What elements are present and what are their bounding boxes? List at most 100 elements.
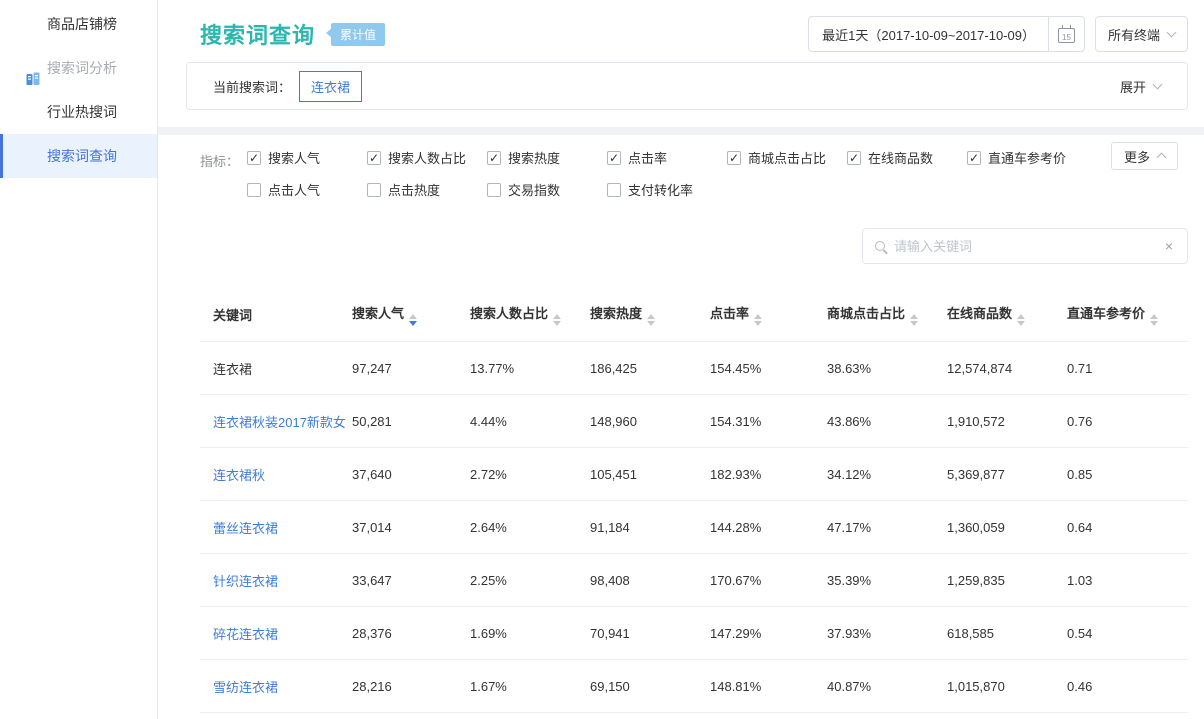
- value-cell: 35.39%: [827, 554, 947, 607]
- value-cell: 154.31%: [710, 395, 827, 448]
- value-cell: 97,247: [352, 342, 470, 395]
- column-header-6[interactable]: 在线商品数: [947, 288, 1067, 342]
- keyword-search-input[interactable]: [894, 239, 1163, 254]
- value-cell: 618,585: [947, 607, 1067, 660]
- checkbox-checked-icon[interactable]: [487, 151, 501, 165]
- date-range-picker[interactable]: 最近1天（2017-10-09~2017-10-09） 15: [808, 16, 1085, 52]
- column-header-2[interactable]: 搜索人数占比: [470, 288, 590, 342]
- keyword-cell: 连衣裙秋: [200, 448, 352, 501]
- main-content: 搜索词查询 累计值 最近1天（2017-10-09~2017-10-09） 15…: [158, 0, 1204, 719]
- checkbox-unchecked-icon[interactable]: [607, 183, 621, 197]
- sort-icon[interactable]: [1150, 314, 1158, 326]
- indicator-checkbox-item[interactable]: 交易指数: [487, 180, 607, 199]
- sidebar-item-0[interactable]: 商品店铺榜: [0, 2, 157, 46]
- value-cell: 12,574,874: [947, 342, 1067, 395]
- indicator-label: 搜索人数占比: [388, 148, 466, 167]
- indicator-checkbox-item[interactable]: 点击热度: [367, 180, 487, 199]
- sort-icon[interactable]: [553, 314, 561, 326]
- value-cell: 1,259,835: [947, 554, 1067, 607]
- keyword-cell: 碎花连衣裙: [200, 607, 352, 660]
- column-header-label: 直通车参考价: [1067, 306, 1145, 321]
- checkbox-checked-icon[interactable]: [367, 151, 381, 165]
- keyword-link[interactable]: 碎花连衣裙: [213, 627, 278, 642]
- indicators-label: 指标：: [200, 151, 239, 199]
- checkbox-checked-icon[interactable]: [847, 151, 861, 165]
- value-cell: 47.17%: [827, 501, 947, 554]
- sidebar-item-1[interactable]: 搜索词分析: [0, 46, 157, 90]
- table-row: 连衣裙97,24713.77%186,425154.45%38.63%12,57…: [200, 342, 1188, 395]
- checkbox-unchecked-icon[interactable]: [247, 183, 261, 197]
- sidebar-item-3[interactable]: 搜索词查询: [0, 134, 157, 178]
- value-cell: 2.25%: [470, 554, 590, 607]
- sort-icon[interactable]: [647, 314, 655, 326]
- keyword-link[interactable]: 连衣裙秋装2017新款女: [213, 415, 346, 430]
- calendar-button[interactable]: 15: [1048, 17, 1084, 51]
- sort-icon[interactable]: [409, 314, 417, 326]
- sort-icon[interactable]: [910, 314, 918, 326]
- keyword-link[interactable]: 蕾丝连衣裙: [213, 521, 278, 536]
- indicator-checkbox-item[interactable]: 搜索人气: [247, 148, 367, 167]
- date-range-label[interactable]: 最近1天（2017-10-09~2017-10-09）: [809, 17, 1048, 51]
- checkbox-checked-icon[interactable]: [247, 151, 261, 165]
- indicator-checkbox-item[interactable]: 点击人气: [247, 180, 367, 199]
- current-search-term-panel: 当前搜索词： 连衣裙 展开: [186, 62, 1188, 110]
- value-cell: 37.93%: [827, 607, 947, 660]
- column-header-3[interactable]: 搜索热度: [590, 288, 710, 342]
- terminal-filter-select[interactable]: 所有终端: [1095, 16, 1188, 52]
- indicator-checkbox-item[interactable]: 商城点击占比: [727, 148, 847, 167]
- sidebar: 商品店铺榜搜索词分析行业热搜词搜索词查询: [0, 0, 158, 719]
- value-cell: 0.76: [1067, 395, 1188, 448]
- checkbox-checked-icon[interactable]: [967, 151, 981, 165]
- value-cell: 40.87%: [827, 660, 947, 713]
- clear-icon[interactable]: ×: [1163, 238, 1175, 254]
- indicator-checkbox-item[interactable]: 在线商品数: [847, 148, 967, 167]
- sidebar-item-label: 搜索词查询: [47, 148, 117, 164]
- column-header-0: 关键词: [200, 288, 352, 342]
- checkbox-checked-icon[interactable]: [607, 151, 621, 165]
- indicator-checkbox-grid: 搜索人气 搜索人数占比 搜索热度点击率商城点击占比 在线商品数 直通车参考价点击人气点击…: [247, 148, 1087, 199]
- chevron-up-icon: [1157, 152, 1167, 162]
- keyword-cell: 雪纺连衣裙: [200, 660, 352, 713]
- table-header-row: 关键词 搜索人气搜索人数占比 搜索热度点击率商城点击占比在线商品数直通车参考价: [200, 288, 1188, 342]
- indicator-label: 在线商品数: [868, 148, 933, 167]
- analysis-icon: [25, 60, 41, 76]
- indicator-checkbox-item[interactable]: 点击率: [607, 148, 727, 167]
- column-header-label: 关键词: [213, 308, 252, 323]
- value-cell: 98,408: [590, 554, 710, 607]
- value-cell: 0.71: [1067, 342, 1188, 395]
- value-cell: 4.44%: [470, 395, 590, 448]
- column-header-label: 搜索人数占比: [470, 306, 548, 321]
- value-cell: 1.03: [1067, 554, 1188, 607]
- value-cell: 34.12%: [827, 448, 947, 501]
- keyword-link[interactable]: 连衣裙秋: [213, 468, 265, 483]
- keyword-search-box[interactable]: ×: [862, 228, 1188, 264]
- table-row: 连衣裙秋装2017新款女50,2814.44%148,960154.31%43.…: [200, 395, 1188, 448]
- keyword-link[interactable]: 针织连衣裙: [213, 574, 278, 589]
- more-button[interactable]: 更多: [1111, 142, 1178, 170]
- checkbox-checked-icon[interactable]: [727, 151, 741, 165]
- value-cell: 1.67%: [470, 660, 590, 713]
- value-cell: 0.54: [1067, 607, 1188, 660]
- more-button-label: 更多: [1124, 147, 1150, 166]
- sort-icon[interactable]: [1017, 314, 1025, 326]
- column-header-1[interactable]: 搜索人气: [352, 288, 470, 342]
- value-cell: 43.86%: [827, 395, 947, 448]
- sort-icon[interactable]: [754, 314, 762, 326]
- keywords-table-container: 关键词 搜索人气搜索人数占比 搜索热度点击率商城点击占比在线商品数直通车参考价 连衣…: [200, 288, 1188, 713]
- checkbox-unchecked-icon[interactable]: [367, 183, 381, 197]
- indicator-checkbox-item[interactable]: 直通车参考价: [967, 148, 1087, 167]
- column-header-7[interactable]: 直通车参考价: [1067, 288, 1188, 342]
- indicator-checkbox-item[interactable]: 搜索热度: [487, 148, 607, 167]
- keyword-link[interactable]: 雪纺连衣裙: [213, 680, 278, 695]
- expand-toggle[interactable]: 展开: [1120, 77, 1161, 96]
- indicator-checkbox-item[interactable]: 搜索人数占比: [367, 148, 487, 167]
- indicator-checkbox-item[interactable]: 支付转化率: [607, 180, 727, 199]
- checkbox-unchecked-icon[interactable]: [487, 183, 501, 197]
- expand-label: 展开: [1120, 77, 1146, 96]
- current-term-tag[interactable]: 连衣裙: [299, 71, 362, 102]
- column-header-4[interactable]: 点击率: [710, 288, 827, 342]
- sidebar-item-2[interactable]: 行业热搜词: [0, 90, 157, 134]
- value-cell: 38.63%: [827, 342, 947, 395]
- column-header-5[interactable]: 商城点击占比: [827, 288, 947, 342]
- value-cell: 2.72%: [470, 448, 590, 501]
